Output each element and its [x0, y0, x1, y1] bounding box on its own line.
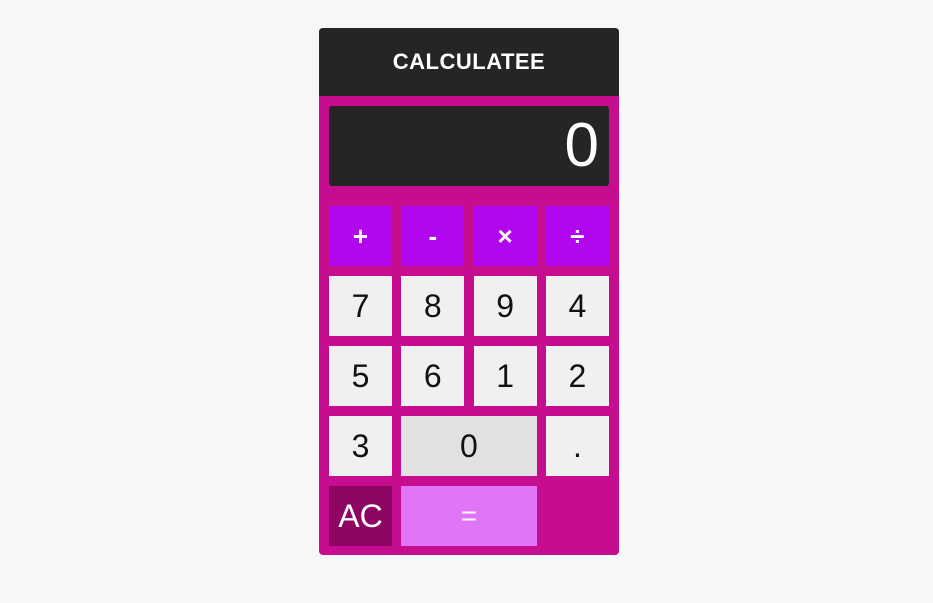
- equals-button[interactable]: =: [401, 486, 537, 546]
- digit-4-button[interactable]: 4: [545, 276, 609, 336]
- digit-2-button[interactable]: 2: [545, 346, 609, 406]
- calculator-title: CALCULATEE: [319, 28, 619, 96]
- clear-button[interactable]: AC: [329, 486, 392, 546]
- digit-1-button[interactable]: 1: [473, 346, 537, 406]
- calculator: CALCULATEE 0 + - × ÷ 7 8 9 4 5 6 1 2 3 0…: [319, 28, 619, 555]
- digit-7-button[interactable]: 7: [329, 276, 392, 336]
- digit-6-button[interactable]: 6: [401, 346, 465, 406]
- digit-0-button[interactable]: 0: [401, 416, 537, 476]
- digit-8-button[interactable]: 8: [401, 276, 465, 336]
- add-button[interactable]: +: [329, 206, 392, 266]
- digit-3-button[interactable]: 3: [329, 416, 392, 476]
- divide-button[interactable]: ÷: [545, 206, 609, 266]
- digit-9-button[interactable]: 9: [473, 276, 537, 336]
- subtract-button[interactable]: -: [401, 206, 465, 266]
- digit-5-button[interactable]: 5: [329, 346, 392, 406]
- calculator-display: 0: [329, 106, 609, 186]
- keypad: + - × ÷ 7 8 9 4 5 6 1 2 3 0 . AC =: [329, 206, 609, 546]
- multiply-button[interactable]: ×: [473, 206, 537, 266]
- decimal-button[interactable]: .: [545, 416, 609, 476]
